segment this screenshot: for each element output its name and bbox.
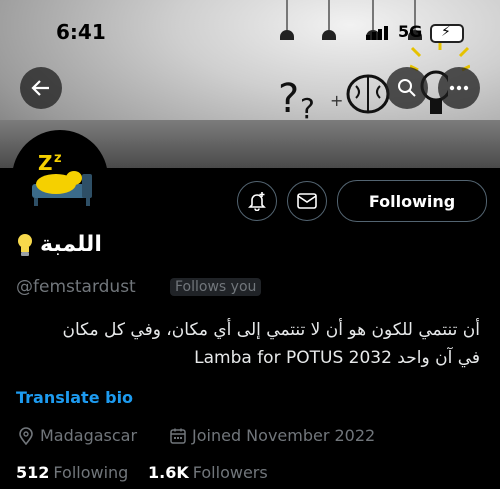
- location-pin-icon: [19, 426, 33, 445]
- bell-plus-icon: [248, 192, 266, 211]
- svg-text:?: ?: [278, 76, 299, 122]
- lightbulb-icon: [18, 233, 32, 256]
- svg-text:?: ?: [300, 92, 315, 125]
- location-text: Madagascar: [40, 426, 138, 445]
- status-bar: 6:41 5G ⚡: [0, 0, 500, 64]
- charging-bolt-icon: ⚡: [441, 24, 451, 40]
- svg-text:z: z: [54, 151, 62, 166]
- follows-you-badge: Follows you: [170, 278, 262, 296]
- back-button[interactable]: [20, 67, 62, 109]
- bio-line-2: في آن واحد Lamba for POTUS 2032: [194, 348, 480, 368]
- network-label: 5G: [398, 22, 423, 41]
- arrow-left-icon: [31, 80, 49, 96]
- join-date-text: Joined November 2022: [192, 426, 376, 445]
- display-name-row: اللمبة: [16, 232, 102, 257]
- calendar-icon: [170, 428, 186, 444]
- followers-label: Followers: [192, 463, 268, 482]
- avatar[interactable]: Z z: [12, 130, 108, 226]
- following-stat[interactable]: 512 Following: [16, 463, 128, 482]
- location: Madagascar: [18, 426, 137, 445]
- status-time: 6:41: [56, 20, 106, 44]
- followers-count: 1.6K: [148, 463, 189, 482]
- join-date: Joined November 2022: [170, 426, 375, 445]
- search-button[interactable]: [386, 67, 428, 109]
- more-icon: [449, 85, 469, 91]
- following-count: 512: [16, 463, 50, 482]
- search-icon: [398, 79, 416, 97]
- sleeping-emoji-icon: Z z: [32, 151, 92, 206]
- following-button[interactable]: Following: [337, 180, 487, 222]
- envelope-icon: [297, 193, 317, 209]
- following-label: Following: [53, 463, 129, 482]
- svg-text:+: +: [330, 91, 343, 110]
- handle: @femstardust: [16, 277, 136, 297]
- message-button[interactable]: [287, 181, 327, 221]
- avatar-image: Z z: [16, 134, 104, 222]
- translate-bio-link[interactable]: Translate bio: [16, 388, 133, 407]
- followers-stat[interactable]: 1.6K Followers: [148, 463, 268, 482]
- bio-line-1: أن تنتمي للكون هو أن لا تنتمي إلى أي مكا…: [62, 320, 480, 340]
- svg-text:Z: Z: [38, 151, 53, 175]
- notify-button[interactable]: [237, 181, 277, 221]
- more-button[interactable]: [438, 67, 480, 109]
- display-name: اللمبة: [40, 232, 102, 257]
- signal-icon: [366, 26, 388, 40]
- bio: أن تنتمي للكون هو أن لا تنتمي إلى أي مكا…: [16, 316, 480, 372]
